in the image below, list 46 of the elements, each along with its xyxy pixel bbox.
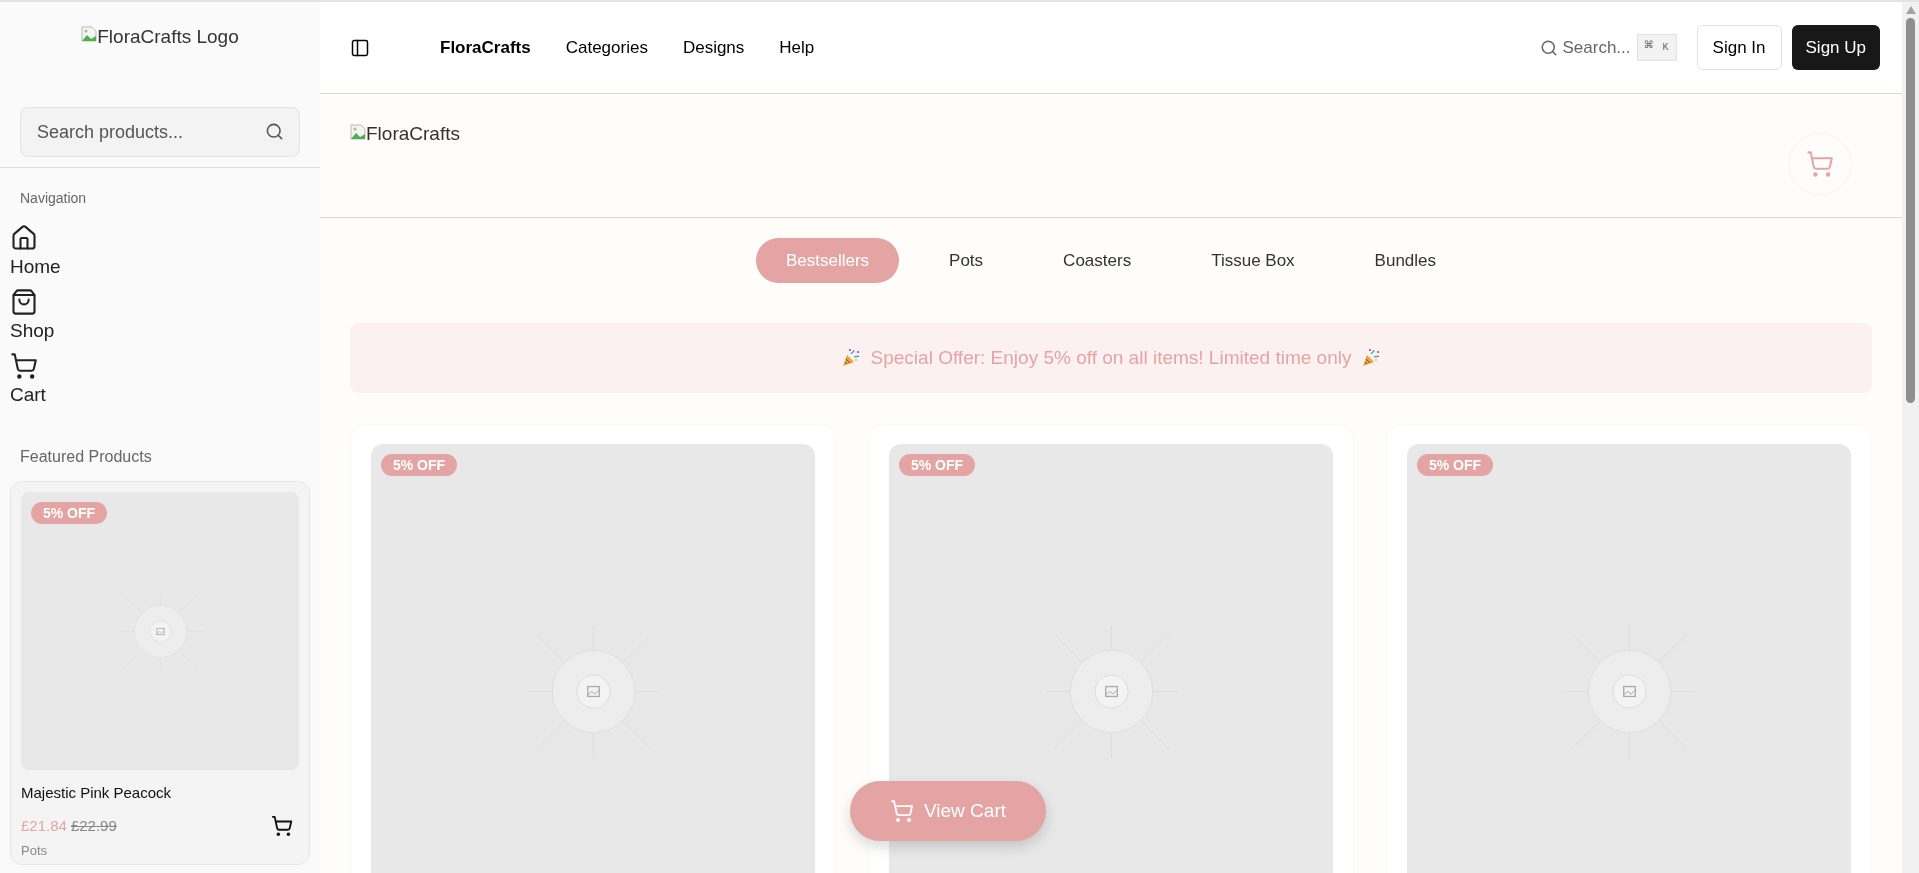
- discount-badge: 5% OFF: [899, 454, 976, 476]
- original-price: £22.99: [70, 815, 117, 836]
- cart-icon: [890, 799, 914, 823]
- nav-link[interactable]: Home: [0, 219, 320, 283]
- discount-badge: 5% OFF: [31, 502, 108, 524]
- category-tab[interactable]: Coasters: [1033, 238, 1162, 283]
- nav-link[interactable]: Designs: [682, 34, 745, 61]
- party-popper-icon: [840, 348, 861, 368]
- search-icon: [265, 122, 284, 141]
- home-icon: [10, 224, 38, 252]
- logo-alt-text: FloraCrafts: [366, 124, 460, 144]
- cart-icon: [1806, 150, 1834, 178]
- scroll-up-arrow-icon[interactable]: [1905, 6, 1916, 14]
- offer-text: Special Offer: Enjoy 5% off on all items! Limited time only: [870, 345, 1352, 370]
- sidebar-toggle-icon[interactable]: [350, 37, 370, 58]
- broken-image-icon: [81, 26, 98, 42]
- product-category: Pots: [21, 843, 48, 858]
- logo-alt-text: FloraCrafts Logo: [97, 26, 239, 48]
- sale-price: £21.84: [21, 815, 67, 836]
- section-heading: Featured Products: [19, 447, 153, 467]
- category-tab[interactable]: Tissue Box: [1181, 238, 1325, 283]
- category-tab[interactable]: Bundles: [1344, 238, 1467, 283]
- shortcut-key: ⌘ K: [1636, 34, 1677, 61]
- section-heading: Navigation: [19, 189, 88, 208]
- add-to-cart-icon[interactable]: [271, 814, 293, 837]
- category-tab[interactable]: Pots: [919, 238, 1014, 283]
- sign-in-button[interactable]: Sign In: [1696, 25, 1782, 70]
- search-field[interactable]: Search products...: [20, 107, 300, 157]
- search-icon: [1540, 38, 1559, 57]
- shop-icon: [10, 288, 38, 316]
- sign-up-button[interactable]: Sign Up: [1791, 25, 1880, 70]
- product-card[interactable]: 5% OFF Majestic Pink Peacock £21.84 £22.99 Pots: [10, 481, 310, 865]
- cart-icon: [10, 352, 38, 380]
- scrollbar-thumb[interactable]: [1906, 18, 1915, 403]
- nav-link[interactable]: Help: [779, 34, 815, 61]
- product-name: Majestic Pink Peacock: [21, 783, 173, 803]
- nav-link[interactable]: Shop: [0, 283, 320, 347]
- party-popper-icon: [1361, 348, 1382, 368]
- discount-badge: 5% OFF: [1417, 454, 1494, 476]
- cart-button[interactable]: [1790, 134, 1850, 194]
- nav-link[interactable]: Categories: [565, 34, 648, 61]
- nav-link[interactable]: Cart: [0, 347, 320, 411]
- discount-badge: 5% OFF: [381, 454, 458, 476]
- broken-image-icon: [350, 124, 366, 140]
- brand-link[interactable]: FloraCrafts: [440, 34, 531, 61]
- search-button[interactable]: Search... ⌘ K: [1540, 34, 1677, 61]
